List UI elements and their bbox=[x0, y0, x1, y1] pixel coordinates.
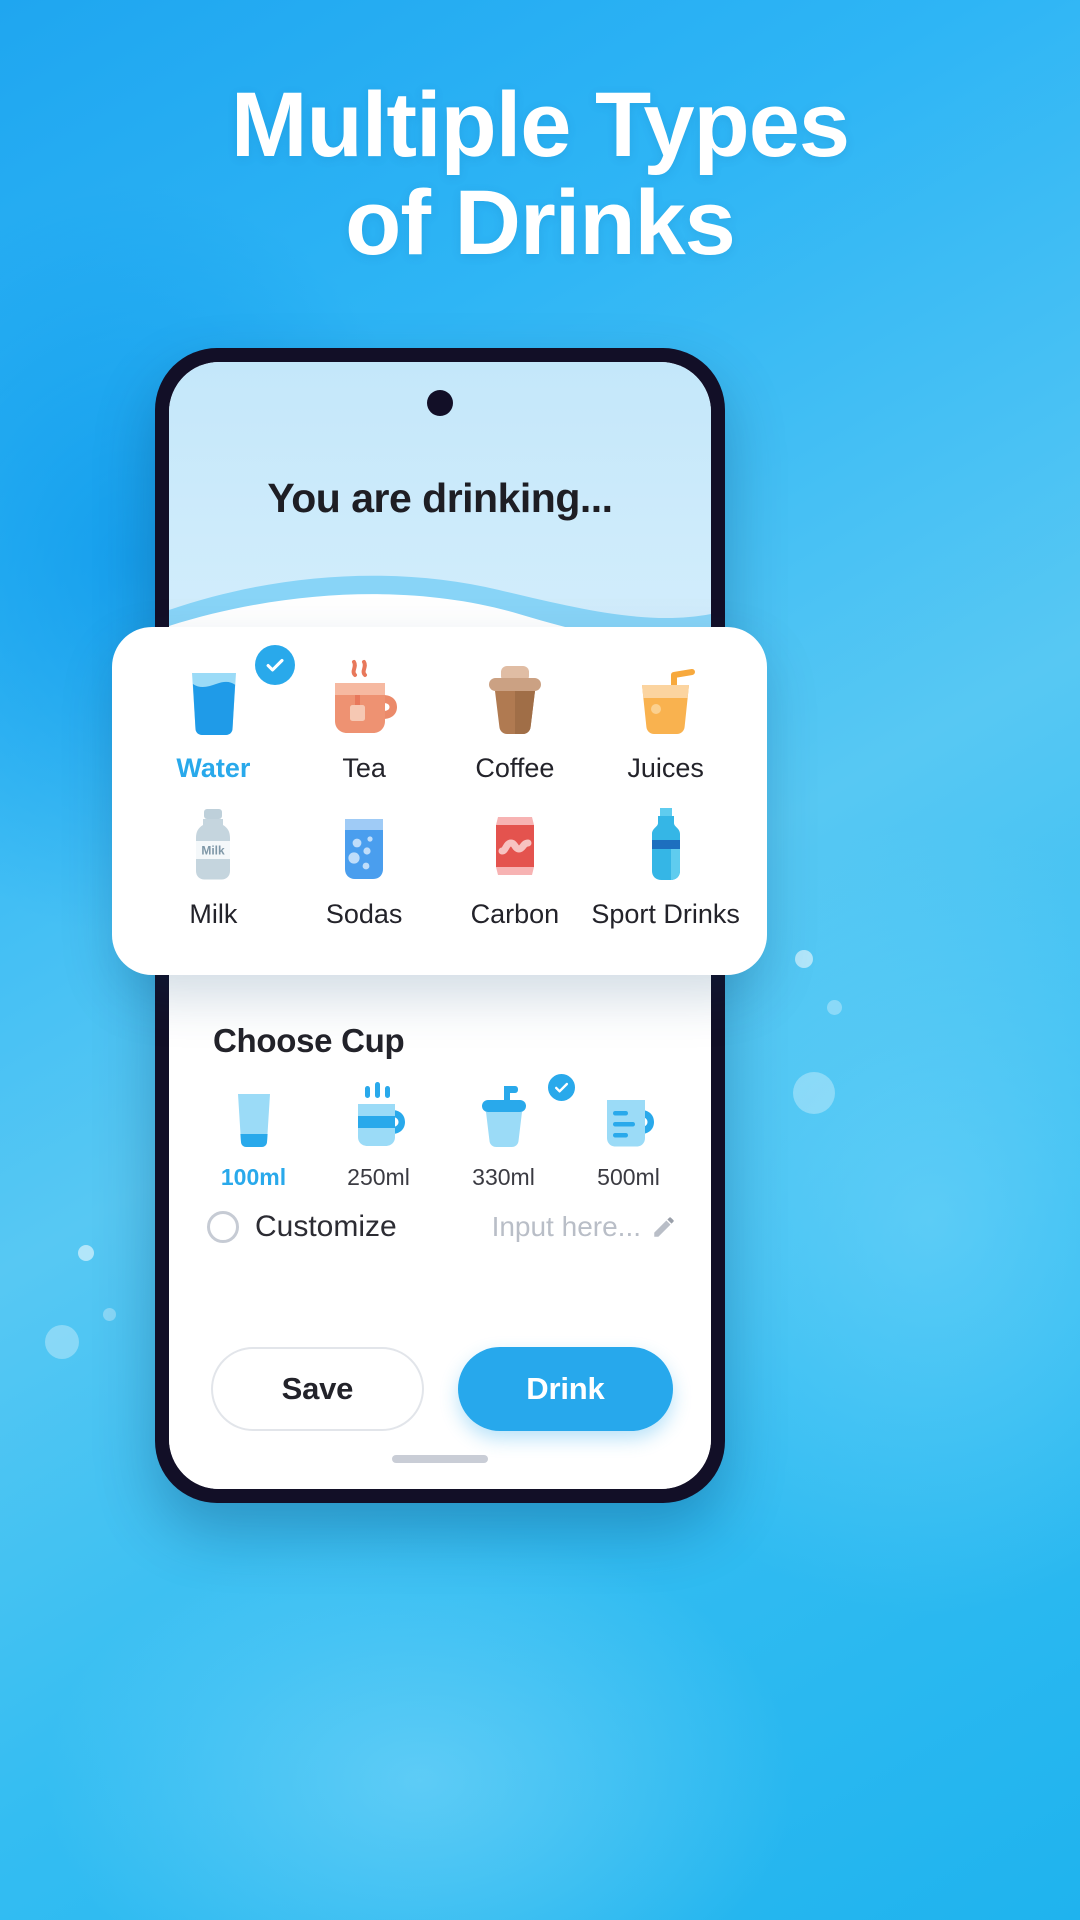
juice-glass-icon bbox=[623, 657, 709, 743]
customize-input-group[interactable]: Input here... bbox=[492, 1211, 677, 1243]
drink-option-label: Water bbox=[176, 753, 251, 783]
svg-text:Milk: Milk bbox=[202, 844, 226, 858]
customize-input[interactable]: Input here... bbox=[492, 1211, 641, 1243]
soda-can-icon bbox=[472, 803, 558, 889]
screen-heading: You are drinking... bbox=[267, 475, 613, 521]
cup-option-label: 500ml bbox=[597, 1164, 660, 1190]
cup-option-500ml[interactable]: 500ml bbox=[566, 1080, 691, 1191]
measuring-jug-icon bbox=[593, 1080, 665, 1154]
cup-option-label: 100ml bbox=[220, 1164, 287, 1190]
promo-screenshot: Multiple Types of Drinks You are drinkin… bbox=[0, 0, 1080, 1920]
check-icon bbox=[266, 658, 284, 672]
drink-option-juices[interactable]: Juices bbox=[590, 657, 741, 803]
home-indicator bbox=[392, 1455, 488, 1463]
drink-option-label: Sport Drinks bbox=[591, 899, 740, 929]
cup-option-label: 250ml bbox=[347, 1164, 410, 1190]
milk-bottle-icon: Milk bbox=[170, 803, 256, 889]
save-button[interactable]: Save bbox=[211, 1347, 424, 1431]
cup-option-330ml[interactable]: 330ml bbox=[441, 1071, 578, 1191]
drink-option-milk[interactable]: Milk Milk bbox=[138, 803, 289, 949]
background-glow-bottom bbox=[40, 1520, 800, 1920]
drink-type-card: Water Tea Coffee Juices Milk Milk Sodas … bbox=[112, 627, 767, 975]
pencil-icon[interactable] bbox=[651, 1214, 677, 1240]
customize-label: Customize bbox=[255, 1210, 397, 1243]
sport-bottle-icon bbox=[623, 803, 709, 889]
decorative-bubble bbox=[827, 1000, 842, 1015]
tumbler-icon bbox=[468, 1080, 540, 1154]
drink-option-carbon[interactable]: Carbon bbox=[440, 803, 591, 949]
decorative-bubble bbox=[78, 1245, 94, 1261]
drink-option-label: Sodas bbox=[325, 899, 403, 929]
cup-option-250ml[interactable]: 250ml bbox=[316, 1080, 441, 1191]
page-title: Multiple Types of Drinks bbox=[0, 76, 1080, 272]
drink-option-tea[interactable]: Tea bbox=[289, 657, 440, 803]
decorative-bubble bbox=[45, 1325, 79, 1359]
drink-selected-badge bbox=[254, 645, 295, 685]
tea-mug-icon bbox=[321, 657, 407, 743]
radio-unchecked-icon[interactable] bbox=[207, 1211, 239, 1243]
drink-option-label: Coffee bbox=[475, 753, 555, 783]
choose-cup-heading: Choose Cup bbox=[213, 1022, 405, 1059]
drink-option-label: Carbon bbox=[470, 899, 560, 929]
headline-line-1: Multiple Types bbox=[230, 74, 850, 176]
decorative-bubble bbox=[793, 1072, 835, 1114]
drink-option-label: Milk bbox=[189, 899, 238, 929]
cup-option-label: 330ml bbox=[472, 1164, 535, 1190]
coffee-cup-icon bbox=[472, 657, 558, 743]
mug-icon bbox=[343, 1080, 415, 1154]
drink-option-sport-drinks[interactable]: Sport Drinks bbox=[590, 803, 741, 949]
soda-glass-icon bbox=[321, 803, 407, 889]
front-camera-dot bbox=[427, 390, 453, 416]
headline-line-2: of Drinks bbox=[345, 172, 736, 274]
drink-type-grid: Water Tea Coffee Juices Milk Milk Sodas … bbox=[138, 645, 741, 949]
drink-option-coffee[interactable]: Coffee bbox=[440, 657, 591, 803]
drink-option-water[interactable]: Water bbox=[138, 645, 295, 803]
action-buttons: Save Drink bbox=[211, 1347, 673, 1431]
small-glass-icon bbox=[218, 1080, 290, 1154]
drink-button[interactable]: Drink bbox=[457, 1347, 673, 1431]
drink-option-label: Tea bbox=[342, 753, 386, 783]
water-glass-icon bbox=[170, 657, 256, 743]
cup-option-100ml[interactable]: 100ml bbox=[191, 1080, 316, 1191]
decorative-bubble bbox=[795, 950, 813, 968]
cup-size-list: 100ml 250ml 330ml 500ml bbox=[191, 1071, 691, 1191]
drink-option-sodas[interactable]: Sodas bbox=[289, 803, 440, 949]
customize-row: Customize Input here... bbox=[207, 1210, 677, 1244]
drink-option-label: Juices bbox=[627, 753, 704, 783]
decorative-bubble bbox=[103, 1308, 116, 1321]
